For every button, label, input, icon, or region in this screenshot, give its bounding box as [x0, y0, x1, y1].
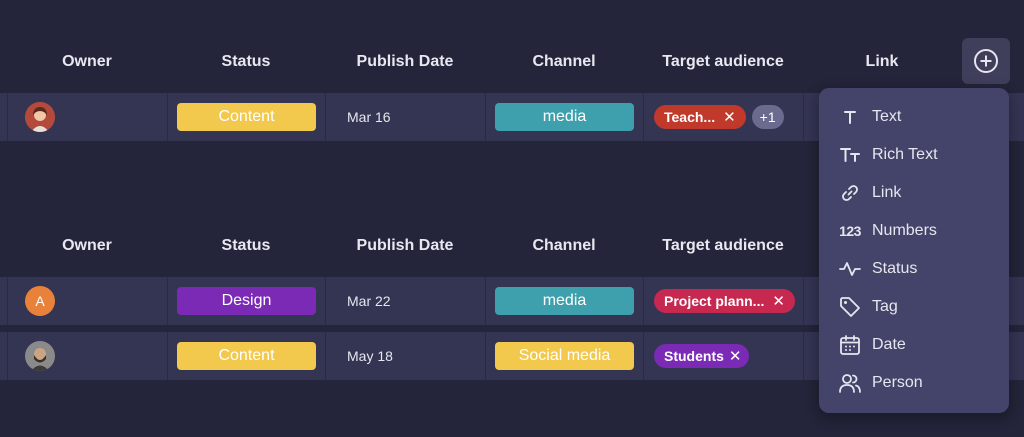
channel-cell[interactable]: media [485, 277, 643, 325]
column-header-publish-date[interactable]: Publish Date [325, 226, 485, 266]
person-icon [838, 371, 862, 395]
menu-item-person[interactable]: Person [819, 365, 1009, 401]
audience-tag[interactable]: Project plann... ✕ [654, 289, 795, 313]
menu-item-label: Date [872, 336, 906, 353]
publish-date-cell[interactable]: Mar 16 [325, 93, 485, 141]
more-tags-badge[interactable]: +1 [751, 105, 784, 129]
column-header-link[interactable]: Link [803, 42, 961, 82]
avatar [25, 341, 55, 371]
add-column-button[interactable] [962, 38, 1010, 84]
audience-tag[interactable]: Teach... ✕ [654, 105, 746, 129]
owner-cell[interactable]: A [7, 277, 167, 325]
rich-text-icon [838, 143, 862, 167]
menu-item-link[interactable]: Link [819, 175, 1009, 211]
menu-item-label: Status [872, 260, 918, 277]
avatar: A [25, 286, 55, 316]
status-icon [838, 257, 862, 281]
target-audience-cell[interactable]: Teach... ✕ +1 [643, 93, 803, 141]
menu-item-label: Person [872, 374, 923, 391]
menu-item-status[interactable]: Status [819, 251, 1009, 287]
text-icon [838, 105, 862, 129]
publish-date: May 18 [347, 348, 393, 364]
table-1-header: Owner Status Publish Date Channel Target… [0, 42, 1024, 82]
avatar [25, 102, 55, 132]
channel-badge[interactable]: media [495, 103, 634, 131]
column-header-channel[interactable]: Channel [485, 226, 643, 266]
channel-cell[interactable]: Social media [485, 332, 643, 380]
owner-cell[interactable] [7, 332, 167, 380]
menu-item-rich-text[interactable]: Rich Text [819, 137, 1009, 173]
tag-remove-icon[interactable]: ✕ [772, 292, 785, 310]
tag-remove-icon[interactable]: ✕ [723, 108, 736, 126]
link-icon [838, 181, 862, 205]
column-header-channel[interactable]: Channel [485, 42, 643, 82]
audience-tag-label: Project plann... [664, 293, 765, 309]
target-audience-cell[interactable]: Students ✕ [643, 332, 803, 380]
status-badge[interactable]: Content [177, 342, 316, 370]
publish-date: Mar 16 [347, 109, 391, 125]
channel-cell[interactable]: media [485, 93, 643, 141]
column-header-owner[interactable]: Owner [7, 226, 167, 266]
channel-badge[interactable]: Social media [495, 342, 634, 370]
calendar-icon [838, 333, 862, 357]
plus-circle-icon [973, 48, 999, 74]
column-header-status[interactable]: Status [167, 42, 325, 82]
menu-item-tag[interactable]: Tag [819, 289, 1009, 325]
menu-item-text[interactable]: Text [819, 99, 1009, 135]
column-header-owner[interactable]: Owner [7, 42, 167, 82]
channel-badge[interactable]: media [495, 287, 634, 315]
publish-date-cell[interactable]: Mar 22 [325, 277, 485, 325]
menu-item-label: Tag [872, 298, 898, 315]
column-header-publish-date[interactable]: Publish Date [325, 42, 485, 82]
status-cell[interactable]: Content [167, 332, 325, 380]
publish-date: Mar 22 [347, 293, 391, 309]
status-cell[interactable]: Content [167, 93, 325, 141]
status-badge[interactable]: Design [177, 287, 316, 315]
status-badge[interactable]: Content [177, 103, 316, 131]
tag-remove-icon[interactable]: ✕ [729, 347, 742, 365]
audience-tag-label: Students [664, 348, 724, 364]
owner-cell[interactable] [7, 93, 167, 141]
menu-item-label: Rich Text [872, 146, 938, 163]
audience-tag-label: Teach... [664, 109, 716, 125]
menu-item-numbers[interactable]: 123 Numbers [819, 213, 1009, 249]
menu-item-label: Numbers [872, 222, 937, 239]
audience-tag[interactable]: Students ✕ [654, 344, 750, 368]
numbers-icon: 123 [839, 223, 861, 239]
status-cell[interactable]: Design [167, 277, 325, 325]
column-type-menu: Text Rich Text Link 123 Numbers Status T… [819, 88, 1009, 413]
column-header-target-audience[interactable]: Target audience [643, 226, 803, 266]
column-header-status[interactable]: Status [167, 226, 325, 266]
target-audience-cell[interactable]: Project plann... ✕ [643, 277, 803, 325]
tag-icon [838, 295, 862, 319]
menu-item-date[interactable]: Date [819, 327, 1009, 363]
publish-date-cell[interactable]: May 18 [325, 332, 485, 380]
menu-item-label: Text [872, 108, 902, 125]
menu-item-label: Link [872, 184, 902, 201]
column-header-target-audience[interactable]: Target audience [643, 42, 803, 82]
